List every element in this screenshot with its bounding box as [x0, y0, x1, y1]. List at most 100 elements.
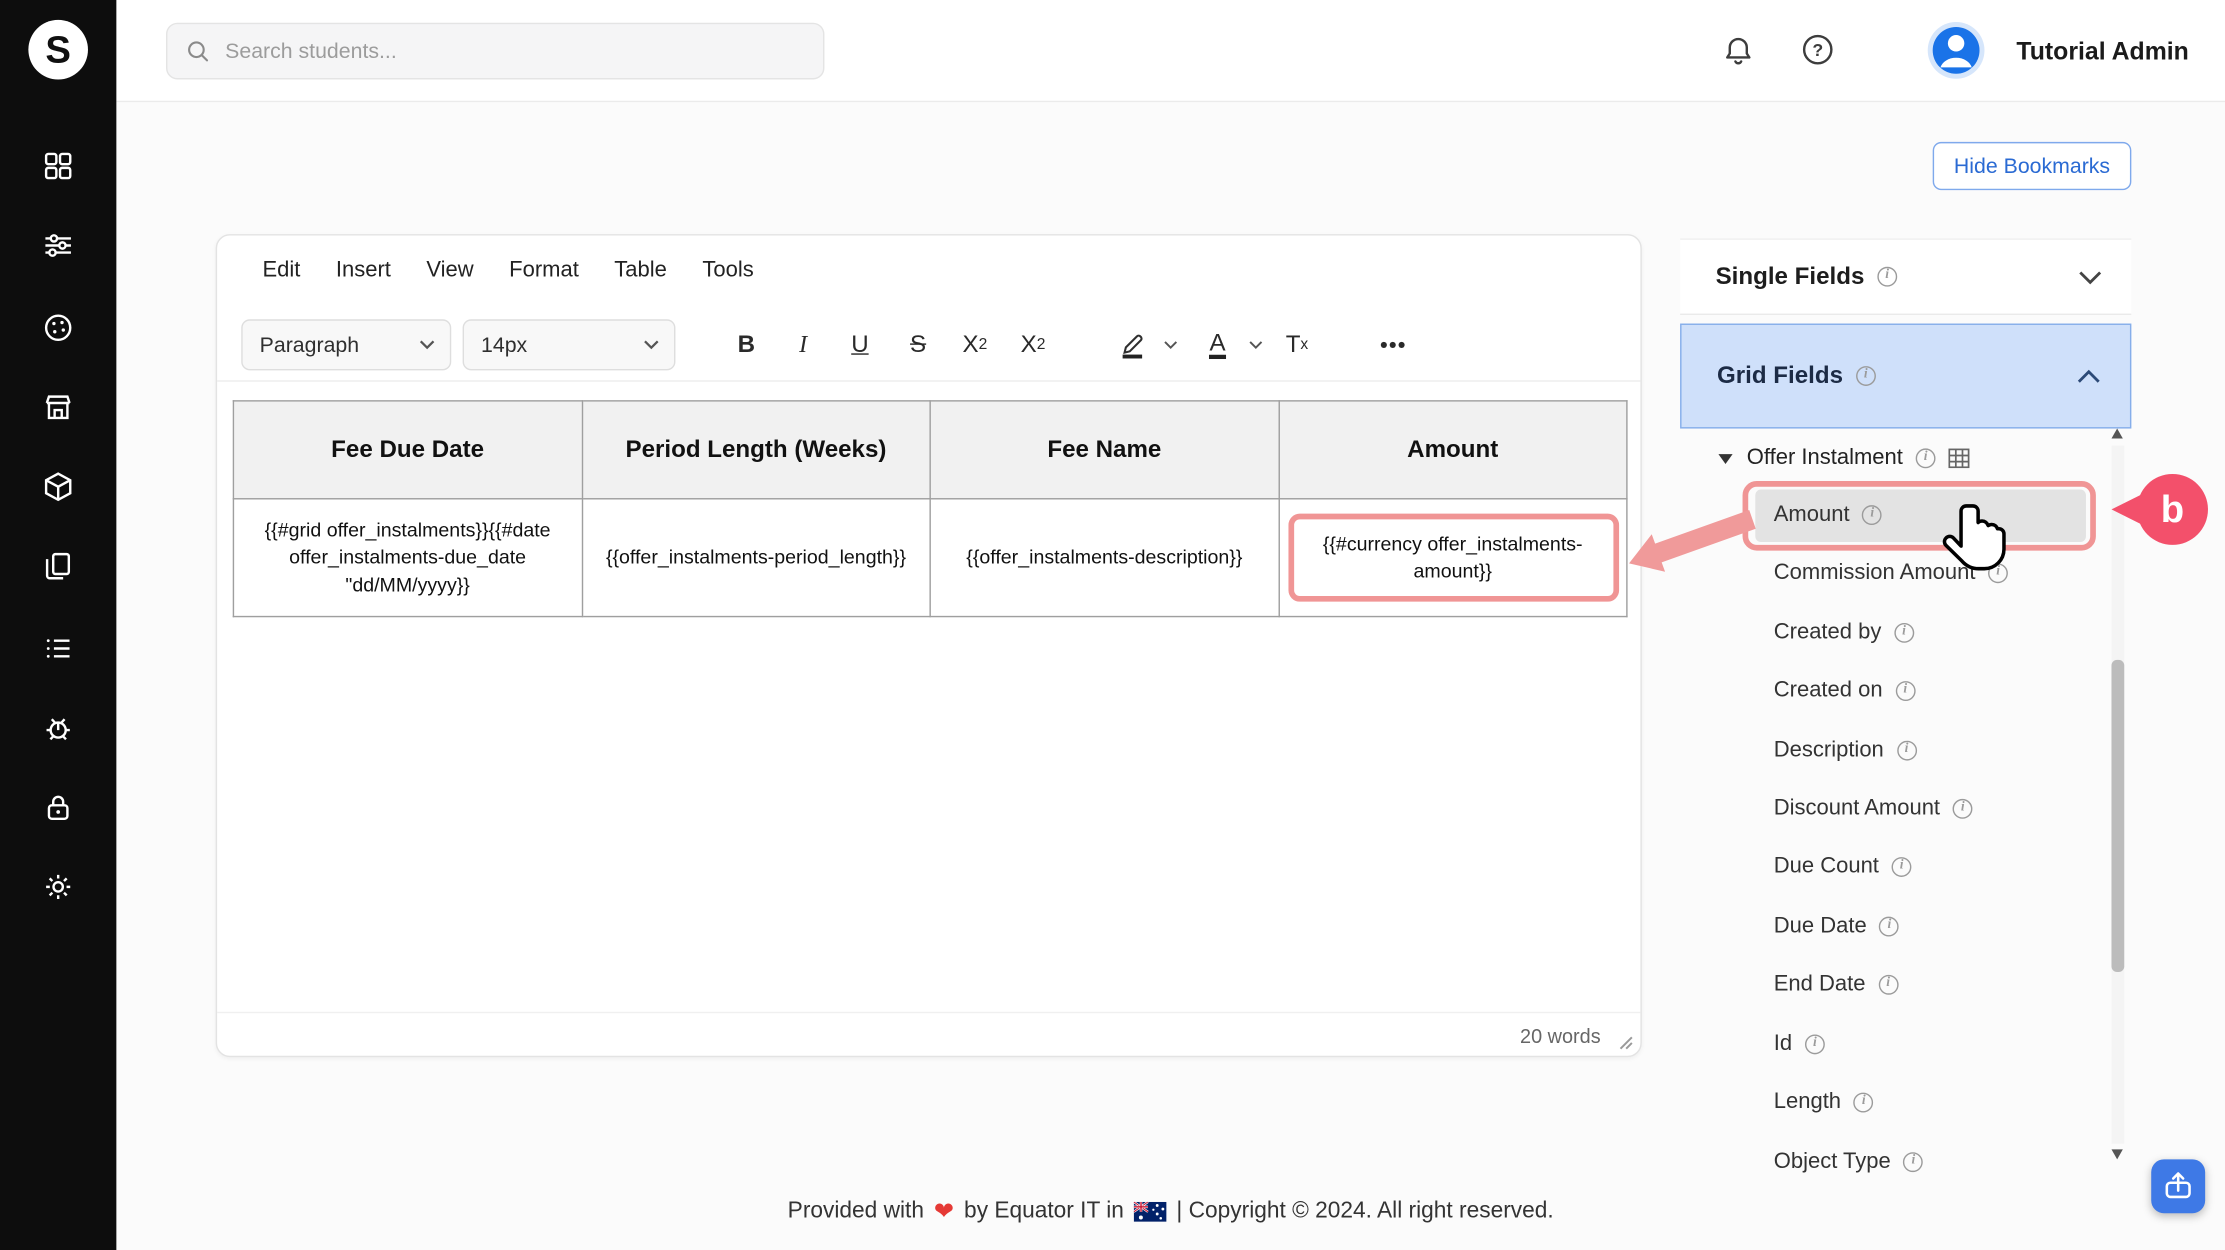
- tree-item-end-date[interactable]: End Date: [1774, 964, 1898, 1007]
- avatar[interactable]: [1927, 21, 1985, 79]
- dashboard-icon[interactable]: [41, 149, 75, 183]
- svg-text:S: S: [45, 28, 71, 71]
- info-icon[interactable]: [1856, 366, 1876, 386]
- bug-icon[interactable]: [41, 711, 75, 745]
- tree-item-length[interactable]: Length: [1774, 1081, 1874, 1124]
- tree-item-due-date[interactable]: Due Date: [1774, 905, 1900, 948]
- tree-item-label: Created on: [1774, 678, 1883, 704]
- info-icon[interactable]: [1894, 623, 1914, 643]
- gear-icon[interactable]: [41, 870, 75, 904]
- info-icon[interactable]: [1953, 799, 1973, 819]
- lock-icon[interactable]: [41, 790, 75, 824]
- editor-toolbar: Paragraph 14px B I U S X2: [217, 316, 1640, 381]
- menu-format[interactable]: Format: [503, 255, 584, 286]
- chevron-down-icon: [1164, 341, 1178, 350]
- info-icon[interactable]: [1854, 1093, 1874, 1113]
- tree-item-description[interactable]: Description: [1774, 729, 1917, 772]
- menu-table[interactable]: Table: [609, 255, 673, 286]
- help-icon[interactable]: ?: [1799, 31, 1836, 68]
- palette-icon[interactable]: [41, 311, 75, 345]
- info-icon[interactable]: [1897, 741, 1917, 761]
- strikethrough-button[interactable]: S: [893, 321, 944, 369]
- app-window: ? Tutorial Admin S: [0, 0, 2225, 1250]
- tree-item-due-count[interactable]: Due Count: [1774, 846, 1912, 889]
- italic-button[interactable]: I: [778, 321, 829, 369]
- underline-button[interactable]: U: [834, 321, 885, 369]
- list-icon[interactable]: [41, 631, 75, 665]
- tree-item-object-type[interactable]: Object Type: [1774, 1141, 1924, 1175]
- tree-node-offer-instalment[interactable]: Offer Instalment: [1717, 437, 1970, 480]
- template-editor: Edit Insert View Format Table Tools Para…: [216, 234, 1642, 1057]
- app-stage: ? Tutorial Admin S: [0, 0, 2225, 1250]
- storefront-icon[interactable]: [41, 390, 75, 424]
- notifications-bell-icon[interactable]: [1721, 34, 1755, 68]
- svg-text:?: ?: [1812, 40, 1823, 60]
- chevron-down-icon[interactable]: [2077, 269, 2103, 285]
- search-input[interactable]: [225, 39, 806, 63]
- header-fee-name[interactable]: Fee Name: [930, 401, 1278, 499]
- grid-fields-section[interactable]: Grid Fields: [1680, 324, 2131, 429]
- superscript-button[interactable]: X2: [1007, 321, 1058, 369]
- australia-flag-icon: [1134, 1202, 1167, 1222]
- info-icon[interactable]: [1916, 448, 1936, 468]
- user-name[interactable]: Tutorial Admin: [2016, 0, 2188, 102]
- clear-formatting-button[interactable]: Tx: [1271, 321, 1322, 369]
- block-format-select[interactable]: Paragraph: [241, 319, 451, 370]
- more-toolbar-button[interactable]: •••: [1368, 321, 1419, 369]
- highlight-color-menu-button[interactable]: [1161, 336, 1181, 353]
- scrollbar-up-arrow[interactable]: [2111, 429, 2122, 439]
- info-icon[interactable]: [1878, 975, 1898, 995]
- subscript-button[interactable]: X2: [949, 321, 1000, 369]
- app-logo-icon[interactable]: S: [26, 17, 91, 82]
- chevron-down-icon: [1249, 341, 1263, 350]
- text-color-button[interactable]: A: [1192, 321, 1243, 369]
- menu-view[interactable]: View: [421, 255, 480, 286]
- chevron-down-icon: [419, 339, 436, 350]
- header-amount[interactable]: Amount: [1279, 401, 1627, 499]
- menu-insert[interactable]: Insert: [330, 255, 396, 286]
- info-icon[interactable]: [1877, 267, 1897, 287]
- info-icon[interactable]: [1895, 681, 1915, 701]
- resize-handle-icon[interactable]: [1618, 1034, 1634, 1050]
- bookmarks-panel: Single Fields Grid Fields: [1680, 238, 2131, 1175]
- tree-item-id[interactable]: Id: [1774, 1023, 1825, 1066]
- hide-bookmarks-button[interactable]: Hide Bookmarks: [1933, 142, 2132, 190]
- search-icon: [184, 37, 211, 65]
- scrollbar-thumb[interactable]: [2111, 660, 2124, 972]
- font-size-select[interactable]: 14px: [463, 319, 676, 370]
- menu-tools[interactable]: Tools: [697, 255, 760, 286]
- info-icon[interactable]: [1879, 917, 1899, 937]
- info-icon[interactable]: [1805, 1034, 1825, 1054]
- header-period-length[interactable]: Period Length (Weeks): [582, 401, 930, 499]
- editor-menubar: Edit Insert View Format Table Tools: [257, 255, 760, 286]
- bold-button[interactable]: B: [721, 321, 772, 369]
- table-header-row: Fee Due Date Period Length (Weeks) Fee N…: [233, 401, 1626, 499]
- search-box[interactable]: [166, 23, 824, 80]
- cell-fee-name[interactable]: {{offer_instalments-description}}: [930, 499, 1278, 617]
- menu-edit[interactable]: Edit: [257, 255, 306, 286]
- word-count[interactable]: 20 words: [1520, 1024, 1601, 1047]
- tree-item-created-by[interactable]: Created by: [1774, 612, 1914, 655]
- superscript-small: 2: [1037, 336, 1046, 353]
- highlighter-icon: [1117, 329, 1148, 360]
- cell-fee-due-date[interactable]: {{#grid offer_instalments}}{{#date offer…: [233, 499, 581, 617]
- header-fee-due-date[interactable]: Fee Due Date: [233, 401, 581, 499]
- tree-item-label: Created by: [1774, 620, 1882, 646]
- chevron-up-icon[interactable]: [2076, 368, 2102, 384]
- cell-period-length[interactable]: {{offer_instalments-period_length}}: [582, 499, 930, 617]
- info-icon[interactable]: [1892, 857, 1912, 877]
- highlight-color-button[interactable]: [1107, 321, 1158, 369]
- tree-item-created-on[interactable]: Created on: [1774, 670, 1915, 713]
- scroll-top-button[interactable]: [2151, 1159, 2205, 1213]
- cursor-hand-icon: [1941, 501, 2006, 571]
- scrollbar-down-arrow[interactable]: [2111, 1149, 2122, 1159]
- caret-down-icon[interactable]: [1717, 451, 1734, 465]
- sliders-icon[interactable]: [41, 228, 75, 262]
- pages-icon[interactable]: [41, 549, 75, 583]
- single-fields-section[interactable]: Single Fields: [1680, 238, 2131, 315]
- tree-item-discount-amount[interactable]: Discount Amount: [1774, 788, 1973, 831]
- text-color-menu-button[interactable]: [1246, 336, 1266, 353]
- info-icon[interactable]: [1904, 1152, 1924, 1172]
- heart-icon: ❤: [934, 1198, 954, 1226]
- cube-icon[interactable]: [41, 470, 75, 504]
